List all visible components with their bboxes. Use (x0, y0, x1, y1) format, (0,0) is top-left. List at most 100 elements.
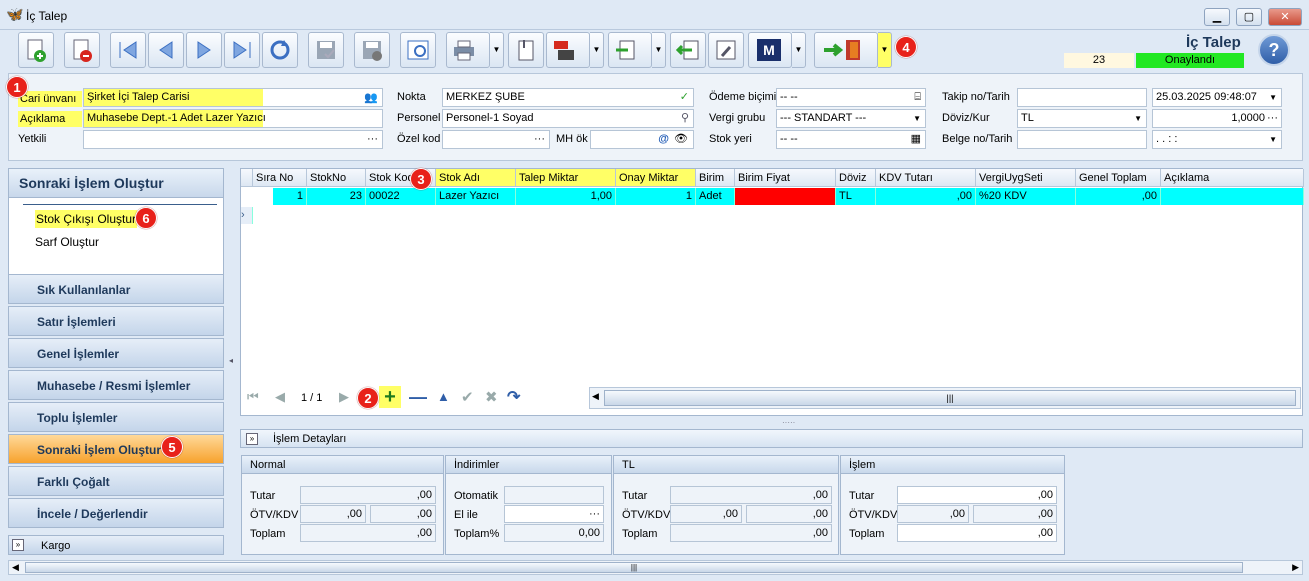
chevron-down-icon[interactable]: ▼ (1134, 110, 1142, 127)
search-person-icon[interactable]: ⚲ (681, 110, 689, 127)
sidebar-footer[interactable]: » Kargo (8, 535, 224, 555)
kur-input[interactable]: 1,0000 ··· (1152, 109, 1282, 128)
cell-aciklama[interactable] (1161, 188, 1304, 205)
save-close-button[interactable] (354, 32, 390, 68)
scroll-right-icon[interactable]: ▶ (1292, 562, 1299, 573)
preview-button[interactable] (400, 32, 436, 68)
expand-icon[interactable]: » (12, 539, 24, 551)
users-icon[interactable]: 👥 (364, 90, 378, 106)
vergi-select[interactable]: --- STANDART --- ▼ (776, 109, 926, 128)
ellipsis-icon[interactable]: ··· (1267, 110, 1278, 127)
transfer-dropdown[interactable]: ▼ (652, 32, 666, 68)
confirm-icon[interactable]: ✔ (461, 388, 474, 406)
sidebar-item-incele[interactable]: İncele / Değerlendir (8, 498, 224, 528)
m-dropdown[interactable]: ▼ (792, 32, 806, 68)
col-fiyat[interactable]: Birim Fiyat (735, 169, 836, 187)
doviz-select[interactable]: TL ▼ (1017, 109, 1147, 128)
grid-icon[interactable]: ▦ (911, 131, 921, 148)
col-aciklama[interactable]: Açıklama (1161, 169, 1304, 187)
col-vergi[interactable]: VergiUygSeti (976, 169, 1076, 187)
cell-toplam[interactable]: ,00 (1076, 188, 1161, 205)
attach-button[interactable] (508, 32, 544, 68)
maximize-button[interactable]: ▢ (1236, 8, 1262, 26)
print-dropdown[interactable]: ▼ (490, 32, 504, 68)
delete-button[interactable] (64, 32, 100, 68)
yetkili-input[interactable]: ··· (83, 130, 383, 149)
first-record-button[interactable] (110, 32, 146, 68)
at-icon[interactable]: @ (658, 131, 669, 148)
cell-kod[interactable]: 00022 (366, 188, 436, 205)
transfer-button[interactable] (608, 32, 652, 68)
sidebar-item-sonraki[interactable]: Sonraki İşlem Oluştur (8, 434, 224, 464)
details-header[interactable]: » İşlem Detayları (240, 429, 1303, 448)
cell-kdv[interactable]: ,00 (876, 188, 976, 205)
splitter-grip[interactable]: ····· (782, 418, 795, 427)
splitter-handle[interactable]: ◂ (229, 356, 233, 365)
stok-cikisi-link[interactable]: Stok Çıkışı Oluştur (35, 210, 138, 228)
col-stokno[interactable]: StokNo (307, 169, 366, 187)
ellipsis-icon[interactable]: ··· (534, 131, 545, 148)
move-up-icon[interactable]: ▲ (437, 389, 450, 404)
prev-record-button[interactable] (148, 32, 184, 68)
exit-dropdown[interactable]: ▼ (878, 32, 892, 68)
exit-button[interactable] (814, 32, 878, 68)
scroll-thumb[interactable]: ||| (25, 562, 1243, 573)
ellipsis-icon[interactable]: ··· (367, 131, 378, 148)
col-toplam[interactable]: Genel Toplam (1076, 169, 1161, 187)
m-button[interactable]: M (748, 32, 792, 68)
grid-hscroll[interactable]: ◀ ||| (589, 387, 1301, 409)
col-stokadi[interactable]: Stok Adı (436, 169, 516, 187)
pdf-button[interactable] (546, 32, 590, 68)
chevron-down-icon[interactable]: ▼ (913, 110, 921, 127)
takip-input[interactable] (1017, 88, 1147, 107)
cancel-icon[interactable]: ✖ (485, 388, 498, 406)
main-hscroll[interactable]: ◀ ||| ▶ (8, 560, 1303, 575)
stokyeri-input[interactable]: -- -- ▦ (776, 130, 926, 149)
view-icon[interactable]: 👁 (674, 131, 688, 148)
indirim-elile[interactable]: ··· (504, 505, 604, 523)
chevron-down-icon[interactable]: ▼ (1269, 89, 1277, 106)
islem-tutar[interactable]: ,00 (897, 486, 1057, 504)
table-row[interactable]: › 1 23 00022 Lazer Yazıcı 1,00 1 Adet TL… (241, 188, 1304, 224)
belge-input[interactable] (1017, 130, 1147, 149)
cell-adi[interactable]: Lazer Yazıcı (436, 188, 516, 205)
personel-input[interactable]: Personel-1 Soyad ⚲ (442, 109, 694, 128)
cell-stokno[interactable]: 23 (307, 188, 366, 205)
takip-date-input[interactable]: 25.03.2025 09:48:07 ▼ (1152, 88, 1282, 107)
cell-vergi[interactable]: %20 KDV (976, 188, 1076, 205)
new-button[interactable] (18, 32, 54, 68)
odeme-input[interactable]: -- -- ⌸ (776, 88, 926, 107)
aciklama-input[interactable]: Muhasebe Dept.-1 Adet Lazer Yazıcı (83, 109, 383, 128)
close-button[interactable]: ✕ (1268, 8, 1302, 26)
nokta-input[interactable]: MERKEZ ŞUBE ✓ (442, 88, 694, 107)
col-talep[interactable]: Talep Miktar (516, 169, 616, 187)
col-sira[interactable]: Sıra No (253, 169, 307, 187)
print-button[interactable] (446, 32, 490, 68)
cell-sira[interactable]: 1 (253, 188, 307, 205)
add-row-icon[interactable]: + (379, 386, 401, 408)
first-page-icon[interactable]: ⏮ (247, 389, 259, 405)
col-doviz[interactable]: Döviz (836, 169, 876, 187)
col-birim[interactable]: Birim (696, 169, 735, 187)
chevron-down-icon[interactable]: ▼ (1269, 131, 1277, 148)
pdf-dropdown[interactable]: ▼ (590, 32, 604, 68)
save-button[interactable] (308, 32, 344, 68)
col-kdv[interactable]: KDV Tutarı (876, 169, 976, 187)
import-button[interactable] (670, 32, 706, 68)
tools-button[interactable] (708, 32, 744, 68)
col-onay[interactable]: Onay Miktar (616, 169, 696, 187)
sidebar-item-toplu[interactable]: Toplu İşlemler (8, 402, 224, 432)
belge-date-input[interactable]: . . : : ▼ (1152, 130, 1282, 149)
remove-row-icon[interactable]: — (409, 387, 427, 408)
prev-page-icon[interactable]: ◀ (275, 389, 285, 405)
next-record-button[interactable] (186, 32, 222, 68)
sidebar-item-farkli[interactable]: Farklı Çoğalt (8, 466, 224, 496)
ellipsis-icon[interactable]: ··· (589, 508, 600, 520)
sidebar-item-muhasebe[interactable]: Muhasebe / Resmi İşlemler (8, 370, 224, 400)
sarf-link[interactable]: Sarf Oluştur (35, 235, 99, 249)
minimize-button[interactable]: ▁ (1204, 8, 1230, 26)
cell-doviz[interactable]: TL (836, 188, 876, 205)
cell-fiyat[interactable] (735, 188, 836, 205)
cari-input[interactable]: Şirket İçi Talep Carisi 👥 (83, 88, 383, 107)
redo-icon[interactable]: ↷ (507, 387, 520, 407)
